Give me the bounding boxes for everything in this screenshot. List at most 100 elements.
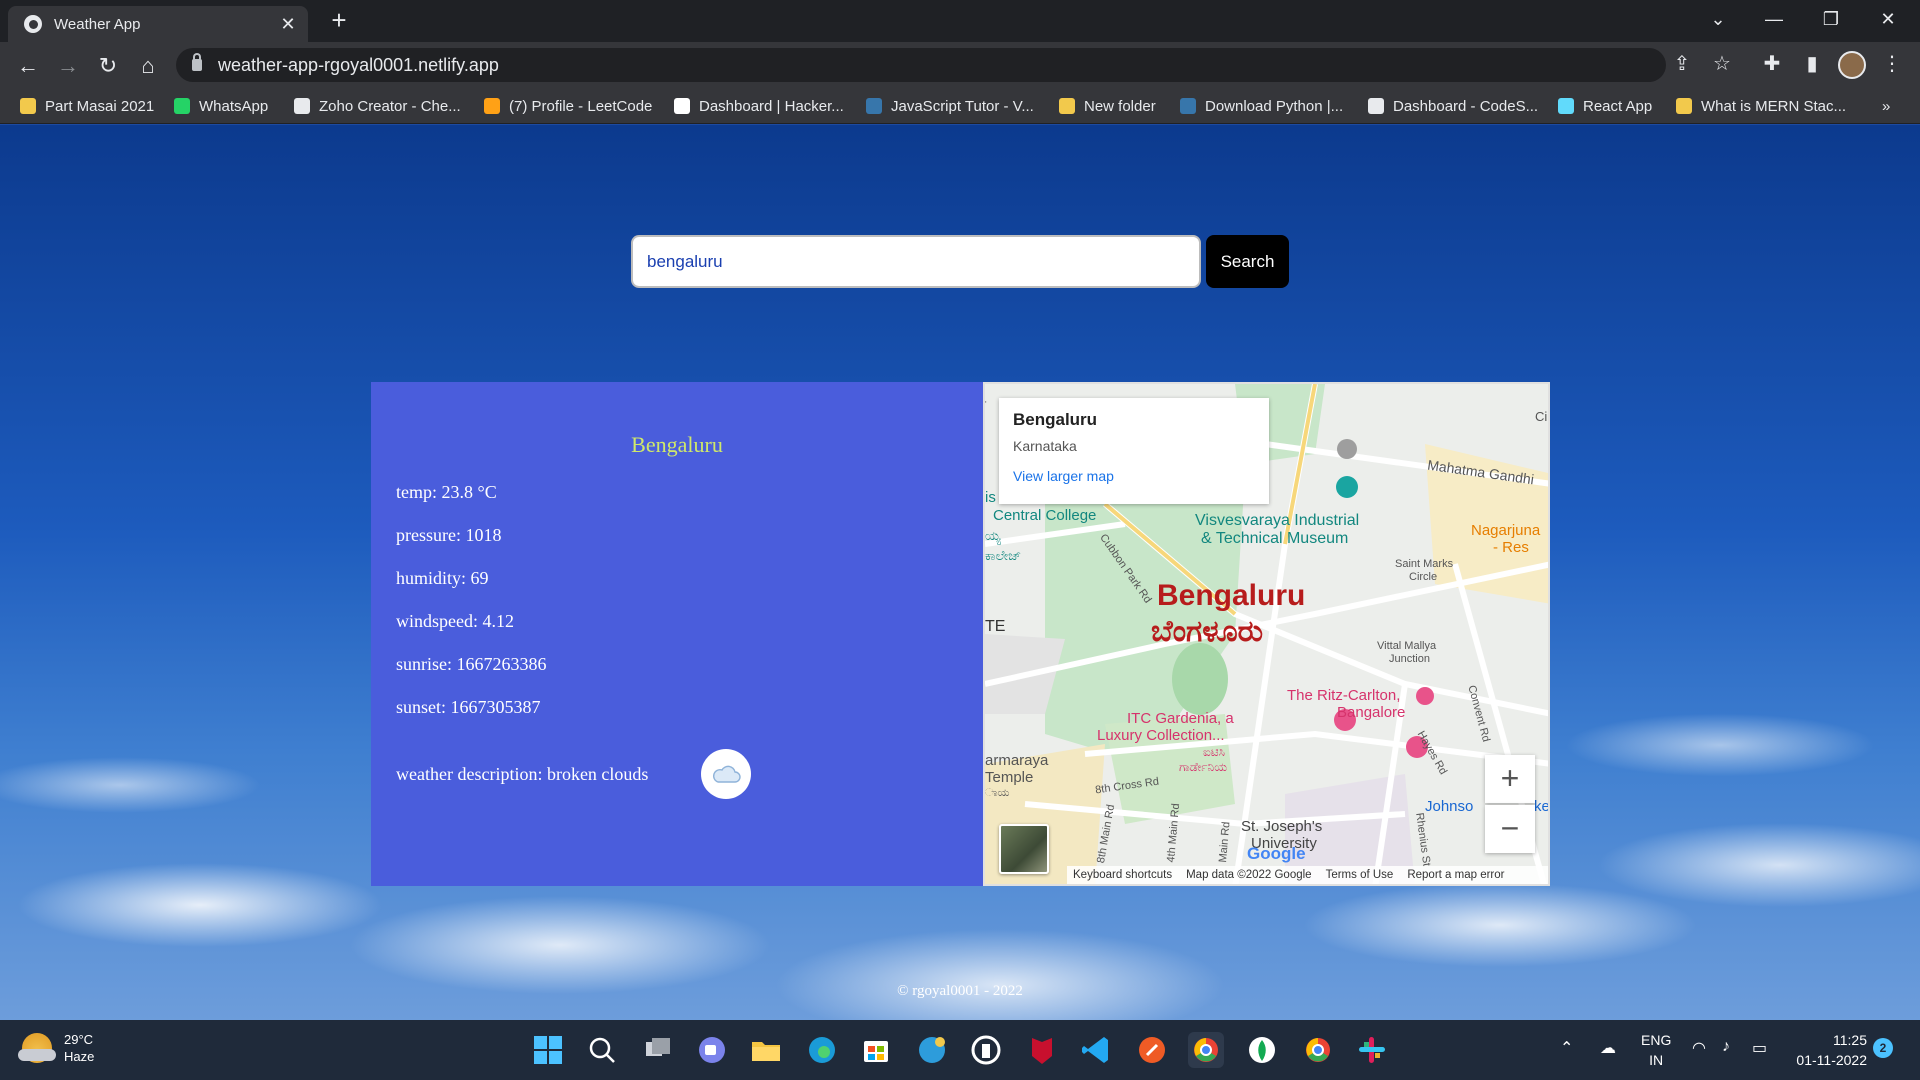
postman-icon[interactable]	[1134, 1032, 1170, 1068]
broken-clouds-icon	[701, 749, 751, 799]
wifi-icon[interactable]: ◠	[1692, 1038, 1706, 1058]
chrome-profile-icon[interactable]	[1188, 1032, 1224, 1068]
view-larger-map-link[interactable]: View larger map	[1013, 468, 1255, 484]
museum-pin	[1336, 476, 1358, 498]
share-icon[interactable]: ⇪	[1666, 48, 1698, 80]
bookmark-item[interactable]: Zoho Creator - Che...	[294, 94, 461, 118]
home-button[interactable]: ⌂	[132, 50, 164, 82]
menu-icon[interactable]: ⋮	[1876, 48, 1908, 80]
bookmark-item[interactable]: New folder	[1059, 94, 1156, 118]
map-label: Nagarjuna	[1471, 522, 1541, 539]
browser-toolbar: ← → ↻ ⌂ weather-app-rgoyal0001.netlify.a…	[0, 42, 1920, 88]
back-button[interactable]: ←	[12, 50, 44, 82]
start-icon[interactable]	[530, 1032, 566, 1068]
address-bar[interactable]: weather-app-rgoyal0001.netlify.app	[176, 48, 1666, 82]
leetcode-icon	[484, 98, 500, 114]
bookmark-item[interactable]: (7) Profile - LeetCode	[484, 94, 652, 118]
hotel-pin	[1416, 687, 1434, 705]
slack-icon[interactable]	[1354, 1032, 1390, 1068]
whatsapp-icon	[174, 98, 190, 114]
bookmark-item[interactable]: Dashboard - CodeS...	[1368, 94, 1538, 118]
reload-button[interactable]: ↻	[92, 50, 124, 82]
map-label: Visvesvaraya Industrial	[1195, 512, 1360, 529]
bookmark-item[interactable]: WhatsApp	[174, 94, 268, 118]
haze-weather-icon	[18, 1033, 56, 1063]
side-panel-icon[interactable]: ▮	[1796, 48, 1828, 80]
globe-icon	[294, 98, 310, 114]
system-clock[interactable]: 11:25 01-11-2022	[1793, 1030, 1867, 1070]
bookmark-item[interactable]: Dashboard | Hacker...	[674, 94, 844, 118]
map-label: armaraya	[985, 752, 1049, 769]
map-label: Ci	[1535, 409, 1548, 424]
page-icon	[1368, 98, 1384, 114]
map-label: ಐಟಿಸಿ	[1203, 745, 1225, 759]
mcafee-icon[interactable]	[1024, 1032, 1060, 1068]
teams-chat-icon[interactable]	[694, 1032, 730, 1068]
tab-search-icon[interactable]: ⌄	[1690, 0, 1746, 38]
app-icon[interactable]	[968, 1032, 1004, 1068]
weather-description: weather description: broken clouds	[396, 764, 649, 784]
browser-tab-active[interactable]: Weather App ✕	[8, 6, 308, 42]
volume-icon[interactable]: ♪	[1722, 1038, 1730, 1056]
store-icon[interactable]	[858, 1032, 894, 1068]
bookmark-item[interactable]: JavaScript Tutor - V...	[866, 94, 1034, 118]
task-view-icon[interactable]	[640, 1032, 676, 1068]
map-label: ಾಯ	[985, 786, 1010, 799]
google-map-embed[interactable]: Bengaluru ಬೆಂಗಳೂರು Visvesvaraya Industri…	[983, 382, 1550, 886]
bookmarks-bar: Part Masai 2021 WhatsApp Zoho Creator - …	[0, 88, 1920, 124]
sunrise-text: sunrise: 1667263386	[396, 654, 547, 674]
report-error-link[interactable]: Report a map error	[1407, 869, 1504, 881]
bookmark-item[interactable]: React App	[1558, 94, 1652, 118]
taskbar-condition: Haze	[64, 1049, 95, 1064]
zoom-in-button[interactable]: +	[1485, 755, 1535, 803]
bookmark-item[interactable]: Part Masai 2021	[20, 94, 154, 118]
bookmark-item[interactable]: Download Python |...	[1180, 94, 1343, 118]
place-pin	[1337, 439, 1357, 459]
notification-badge[interactable]: 2	[1873, 1038, 1893, 1058]
map-label: Junction	[1389, 653, 1430, 665]
python-icon	[866, 98, 882, 114]
taskbar-weather-widget[interactable]: 29°C Haze	[18, 1032, 95, 1064]
map-label: ITC Gardenia, a	[1127, 710, 1234, 727]
folder-icon	[20, 98, 36, 114]
taskbar-temperature: 29°C	[64, 1032, 94, 1047]
new-tab-button[interactable]: +	[324, 6, 354, 36]
more-bookmarks-button[interactable]: »	[1882, 94, 1890, 118]
input-language[interactable]: ENG IN	[1641, 1030, 1671, 1070]
search-icon[interactable]	[584, 1032, 620, 1068]
satellite-toggle[interactable]	[999, 824, 1049, 874]
map-label: Vittal Mallya	[1377, 640, 1437, 652]
keyboard-shortcuts-link[interactable]: Keyboard shortcuts	[1073, 869, 1172, 881]
file-explorer-icon[interactable]	[748, 1032, 784, 1068]
close-tab-icon[interactable]: ✕	[278, 14, 298, 35]
humidity-text: humidity: 69	[396, 568, 489, 588]
zoom-out-button[interactable]: −	[1485, 805, 1535, 853]
onedrive-icon[interactable]: ☁	[1600, 1038, 1616, 1058]
map-label: Saint Marks	[1395, 558, 1454, 570]
chrome-icon[interactable]	[1300, 1032, 1336, 1068]
mongodb-icon[interactable]	[1244, 1032, 1280, 1068]
bookmark-item[interactable]: What is MERN Stac...	[1676, 94, 1846, 118]
map-data-text: Map data ©2022 Google	[1186, 869, 1312, 881]
extensions-icon[interactable]: ✚	[1756, 48, 1788, 80]
search-button[interactable]: Search	[1206, 235, 1289, 288]
chevron-up-icon[interactable]: ⌃	[1560, 1038, 1573, 1058]
profile-avatar[interactable]	[1838, 51, 1866, 79]
city-search-input[interactable]	[631, 235, 1201, 288]
vscode-icon[interactable]	[1078, 1032, 1114, 1068]
hackerrank-icon	[674, 98, 690, 114]
forward-button[interactable]: →	[52, 50, 84, 82]
map-label: Luxury Collection...	[1097, 727, 1225, 744]
url-text: weather-app-rgoyal0001.netlify.app	[218, 54, 499, 75]
tab-title: Weather App	[54, 15, 141, 33]
help-icon[interactable]	[914, 1032, 950, 1068]
minimize-button[interactable]: —	[1746, 0, 1802, 38]
restore-button[interactable]: ❐	[1803, 0, 1859, 38]
terms-link[interactable]: Terms of Use	[1326, 869, 1394, 881]
battery-icon[interactable]: ▭	[1752, 1038, 1767, 1058]
map-info-region: Karnataka	[1013, 438, 1077, 454]
edge-icon[interactable]	[804, 1032, 840, 1068]
bookmark-star-icon[interactable]: ☆	[1706, 48, 1738, 80]
close-window-button[interactable]: ✕	[1860, 0, 1916, 38]
weather-card: Bengaluru temp: 23.8 °C pressure: 1018 h…	[371, 382, 983, 886]
